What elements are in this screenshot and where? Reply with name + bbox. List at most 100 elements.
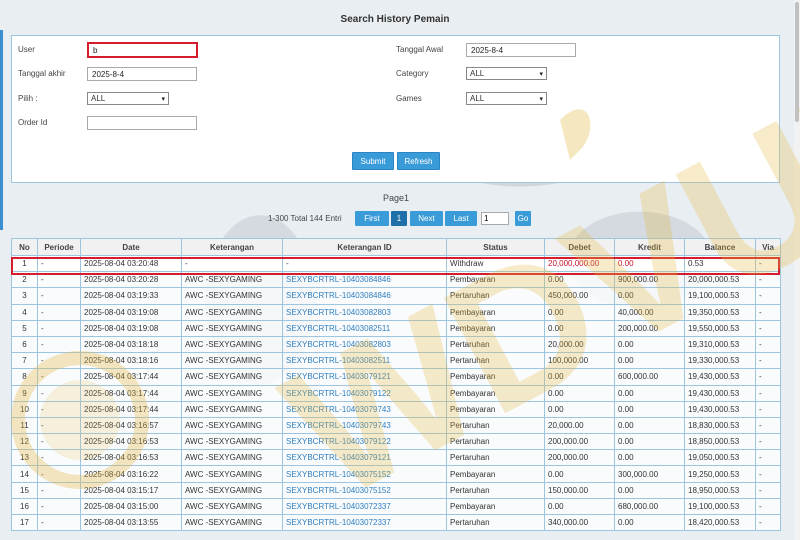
col-header-debet[interactable]: Debet <box>544 238 615 256</box>
cell-balance: 18,830,000.53 <box>684 416 756 435</box>
cell-keterangan-id[interactable]: SEXYBCRTRL-10403084846 <box>282 271 447 289</box>
vertical-scrollbar[interactable] <box>794 0 800 540</box>
cell-date: 2025-08-04 03:16:22 <box>80 465 182 483</box>
cell-status: Pertaruhan <box>446 433 545 451</box>
cell-keterangan-id[interactable]: SEXYBCRTRL-10403079122 <box>282 433 447 451</box>
table-row[interactable]: 7-2025-08-04 03:18:16 AWC -SEXYGAMING SEXY… <box>11 352 781 370</box>
cell-periode: - <box>37 287 81 305</box>
chevron-down-icon: ▾ <box>539 70 543 78</box>
cell-kredit: 0.00 <box>614 513 685 532</box>
cell-keterangan-id[interactable]: SEXYBCRTRL-10403079121 <box>282 449 447 467</box>
table-row[interactable]: 2-2025-08-04 03:20:28 AWC -SEXYGAMING SEXY… <box>11 271 781 289</box>
cell-keterangan: AWC -SEXYGAMING <box>181 513 283 532</box>
cell-date: 2025-08-04 03:16:57 <box>80 416 182 435</box>
cell-keterangan-id[interactable]: SEXYBCRTRL-10403079122 <box>282 384 447 402</box>
cell-periode: - <box>37 465 81 483</box>
category-select[interactable]: ALL ▾ <box>466 67 547 80</box>
history-table-wrapper: No Periode Date Keterangan Keterangan ID… <box>11 238 781 532</box>
next-page-button[interactable]: Next <box>410 211 443 226</box>
cell-balance: 0.53 <box>684 254 756 273</box>
table-row[interactable]: 16-2025-08-04 03:15:00 AWC -SEXYGAMING SEX… <box>11 497 781 516</box>
submit-button[interactable]: Submit <box>352 152 394 170</box>
page-number-input[interactable] <box>481 212 509 225</box>
cell-kredit: 0.00 <box>614 433 685 451</box>
cell-periode: - <box>37 449 81 467</box>
current-page-button[interactable]: 1 <box>391 211 407 226</box>
table-row[interactable]: 5-2025-08-04 03:19:08 AWC -SEXYGAMING SEXY… <box>11 319 781 337</box>
cell-keterangan-id[interactable]: SEXYBCRTRL-10403084846 <box>282 287 447 305</box>
col-header-no[interactable]: No <box>11 238 38 256</box>
user-input[interactable] <box>87 42 198 58</box>
cell-keterangan-id[interactable]: SEXYBCRTRL-10403072337 <box>282 497 447 516</box>
cell-keterangan-id[interactable]: SEXYBCRTRL-10403072337 <box>282 513 447 532</box>
table-row[interactable]: 14-2025-08-04 03:16:22 AWC -SEXYGAMING SEX… <box>11 465 781 483</box>
cell-date: 2025-08-04 03:17:44 <box>80 384 182 402</box>
cell-debet: 200,000.00 <box>544 433 615 451</box>
cell-date: 2025-08-04 03:17:44 <box>80 400 182 418</box>
page-indicator: Page1 <box>383 193 410 203</box>
table-row[interactable]: 3-2025-08-04 03:19:33 AWC -SEXYGAMING SEXY… <box>11 287 781 305</box>
table-row[interactable]: 1-2025-08-04 03:20:48- - Withdraw 20,000,00… <box>11 254 781 273</box>
chevron-down-icon: ▾ <box>161 95 165 103</box>
table-row[interactable]: 4-2025-08-04 03:19:08 AWC -SEXYGAMING SEXY… <box>11 303 781 321</box>
order-id-label: Order Id <box>18 118 48 127</box>
cell-debet: 0.00 <box>544 319 615 337</box>
cell-keterangan-id[interactable]: SEXYBCRTRL-10403079743 <box>282 400 447 418</box>
cell-via: - <box>755 497 781 516</box>
col-header-keterangan[interactable]: Keterangan <box>181 238 283 256</box>
table-row[interactable]: 13-2025-08-04 03:16:53 AWC -SEXYGAMING SEX… <box>11 449 781 467</box>
last-page-button[interactable]: Last <box>445 211 477 226</box>
cell-kredit: 0.00 <box>614 352 685 370</box>
cell-debet: 0.00 <box>544 368 615 386</box>
scrollbar-thumb[interactable] <box>795 2 799 122</box>
cell-no: 3 <box>11 287 38 305</box>
col-header-periode[interactable]: Periode <box>37 238 81 256</box>
table-row[interactable]: 17-2025-08-04 03:13:55 AWC -SEXYGAMING SEX… <box>11 513 781 532</box>
cell-keterangan-id[interactable]: SEXYBCRTRL-10403082511 <box>282 352 447 370</box>
cell-keterangan: AWC -SEXYGAMING <box>181 271 283 289</box>
cell-kredit: 0.00 <box>614 481 685 499</box>
tanggal-akhir-input[interactable] <box>87 67 197 81</box>
table-row[interactable]: 9-2025-08-04 03:17:44 AWC -SEXYGAMING SEXY… <box>11 384 781 402</box>
table-row[interactable]: 8-2025-08-04 03:17:44 AWC -SEXYGAMING SEXY… <box>11 368 781 386</box>
col-header-kredit[interactable]: Kredit <box>614 238 685 256</box>
table-row[interactable]: 15-2025-08-04 03:15:17 AWC -SEXYGAMING SEX… <box>11 481 781 499</box>
cell-balance: 19,100,000.53 <box>684 287 756 305</box>
cell-date: 2025-08-04 03:18:16 <box>80 352 182 370</box>
pilih-select[interactable]: ALL ▾ <box>87 92 169 105</box>
cell-keterangan-id[interactable]: SEXYBCRTRL-10403075152 <box>282 481 447 499</box>
cell-keterangan-id[interactable]: SEXYBCRTRL-10403082803 <box>282 335 447 354</box>
col-header-date[interactable]: Date <box>80 238 182 256</box>
cell-no: 2 <box>11 271 38 289</box>
table-row[interactable]: 10-2025-08-04 03:17:44 AWC -SEXYGAMING SEX… <box>11 400 781 418</box>
cell-status: Pembayaran <box>446 271 545 289</box>
col-header-keterangan-id[interactable]: Keterangan ID <box>282 238 447 256</box>
tanggal-awal-input[interactable] <box>466 43 576 57</box>
col-header-status[interactable]: Status <box>446 238 545 256</box>
cell-kredit: 900,000.00 <box>614 271 685 289</box>
cell-via: - <box>755 368 781 386</box>
cell-keterangan-id[interactable]: SEXYBCRTRL-10403075152 <box>282 465 447 483</box>
cell-keterangan-id[interactable]: SEXYBCRTRL-10403079743 <box>282 416 447 435</box>
table-row[interactable]: 11-2025-08-04 03:16:57 AWC -SEXYGAMING SEX… <box>11 416 781 435</box>
cell-periode: - <box>37 497 81 516</box>
cell-status: Pertaruhan <box>446 513 545 532</box>
cell-keterangan-id[interactable]: SEXYBCRTRL-10403079121 <box>282 368 447 386</box>
table-row[interactable]: 6-2025-08-04 03:18:18 AWC -SEXYGAMING SEXY… <box>11 335 781 354</box>
cell-via: - <box>755 465 781 483</box>
cell-keterangan-id[interactable]: SEXYBCRTRL-10403082511 <box>282 319 447 337</box>
games-select[interactable]: ALL ▾ <box>466 92 547 105</box>
order-id-input[interactable] <box>87 116 197 130</box>
cell-kredit: 0.00 <box>614 254 685 273</box>
cell-keterangan-id[interactable]: SEXYBCRTRL-10403082803 <box>282 303 447 321</box>
cell-periode: - <box>37 481 81 499</box>
cell-keterangan-id[interactable]: - <box>282 254 447 273</box>
games-label: Games <box>396 94 422 103</box>
refresh-button[interactable]: Refresh <box>397 152 440 170</box>
col-header-via[interactable]: Via <box>755 238 781 256</box>
col-header-balance[interactable]: Balance <box>684 238 756 256</box>
first-page-button[interactable]: First <box>355 211 389 226</box>
cell-date: 2025-08-04 03:19:33 <box>80 287 182 305</box>
table-row[interactable]: 12-2025-08-04 03:16:53 AWC -SEXYGAMING SEX… <box>11 433 781 451</box>
go-button[interactable]: Go <box>515 211 531 226</box>
